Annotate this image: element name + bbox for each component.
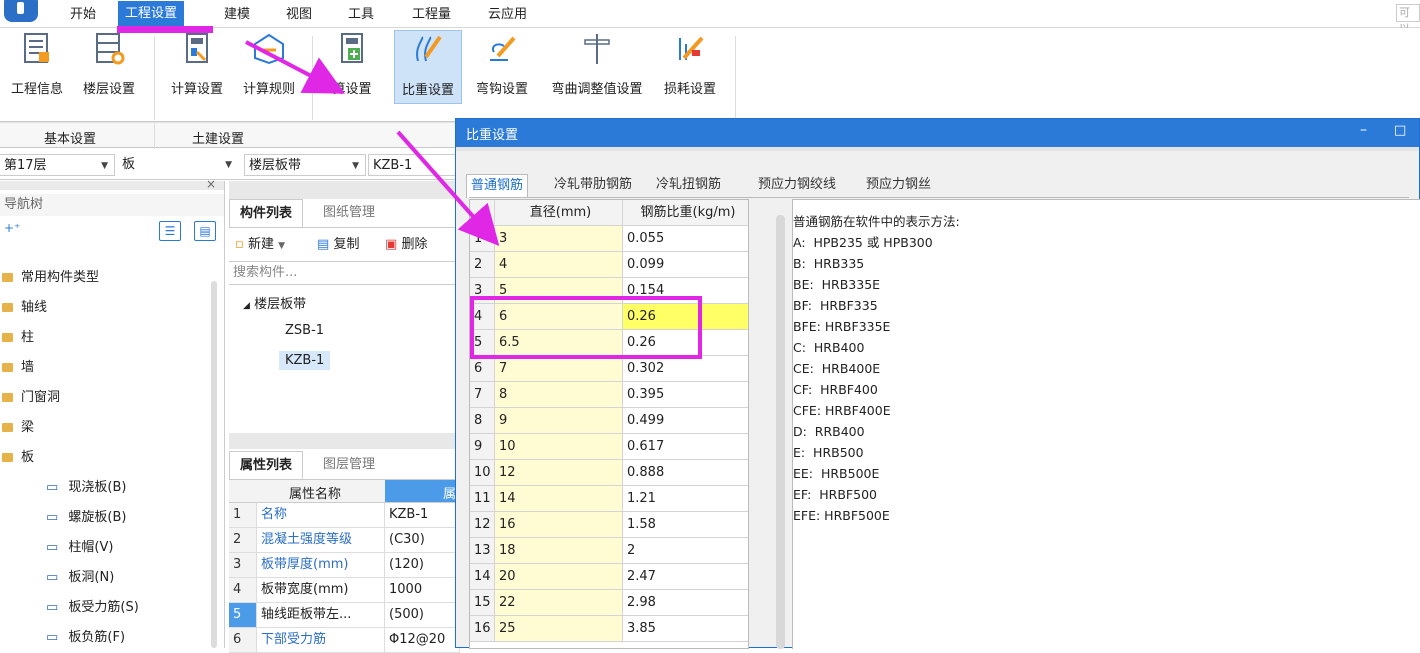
arrow-to-density-button — [245, 40, 346, 94]
annotation-arrows — [245, 40, 500, 246]
arrow-to-density-table — [396, 130, 500, 246]
highlight-box-rows-6-6.5 — [470, 296, 702, 359]
